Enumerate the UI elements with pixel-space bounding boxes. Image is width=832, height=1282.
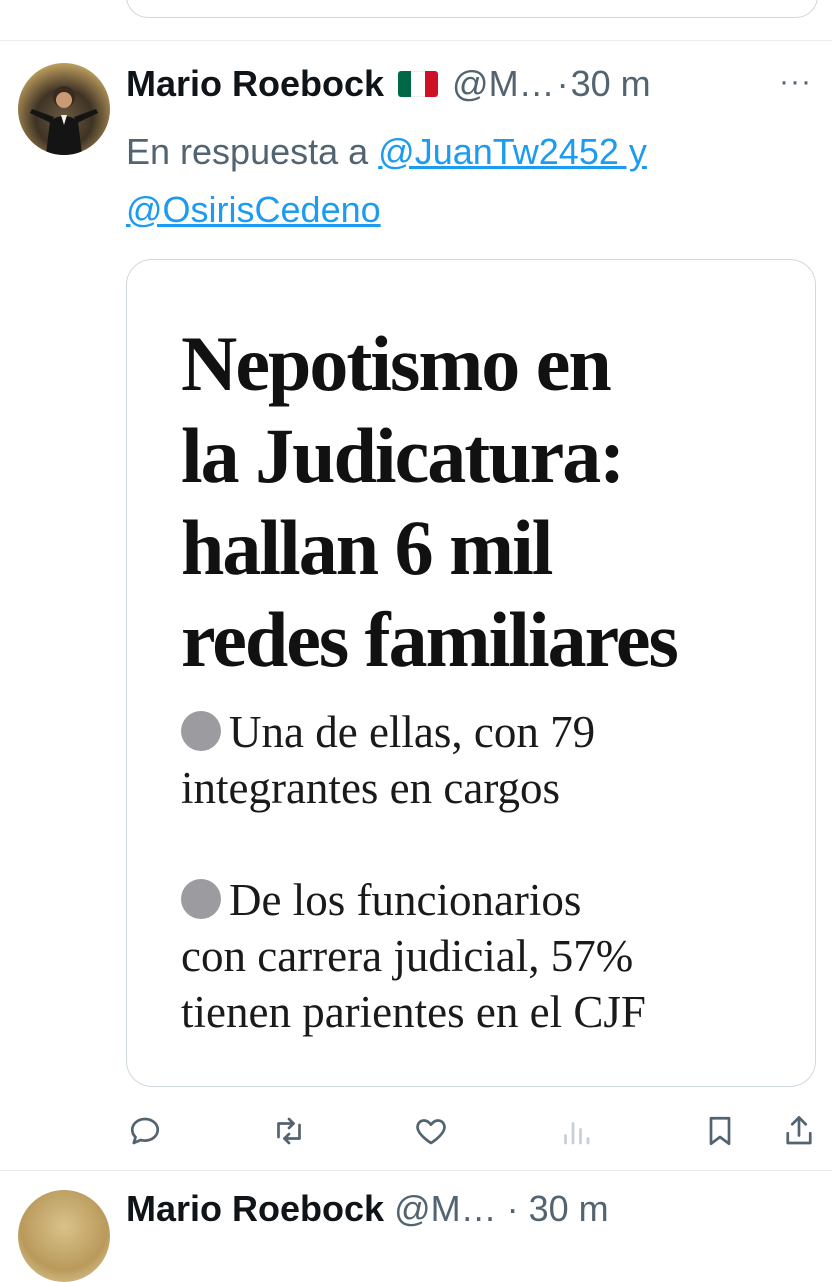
more-options-icon[interactable]: ···	[779, 67, 812, 97]
action-bar	[0, 1105, 832, 1157]
headline-line: hallan 6 mil	[181, 504, 553, 591]
image-bullet: Una de ellas, con 79 integrantes en carg…	[181, 704, 791, 816]
next-timestamp[interactable]: 30 m	[529, 1188, 609, 1229]
bullet-dot-icon	[181, 879, 221, 919]
reply-mention-link[interactable]: @OsirisCedeno	[126, 189, 381, 230]
reply-mention-link[interactable]: @JuanTw2452 y	[378, 131, 647, 172]
next-tweet-avatar[interactable]	[18, 1190, 110, 1282]
tweet-image[interactable]: Nepotismo en la Judicatura: hallan 6 mil…	[126, 259, 816, 1087]
bullet-line: con carrera judicial, 57%	[181, 931, 634, 981]
avatar[interactable]	[18, 63, 110, 155]
bullet-line: Una de ellas, con 79	[229, 707, 596, 757]
bullet-line: integrantes en cargos	[181, 763, 561, 813]
next-tweet-header: Mario Roebock @M… · 30 m	[126, 1186, 609, 1232]
reply-context: En respuesta a @JuanTw2452 y @OsirisCede…	[126, 123, 786, 239]
headline-line: la Judicatura:	[181, 412, 625, 499]
headline-line: Nepotismo en	[181, 320, 612, 407]
divider	[0, 1170, 832, 1171]
bullet-line: tienen parientes en el CJF	[181, 987, 646, 1037]
previous-tweet-card[interactable]	[126, 0, 818, 18]
author-handle[interactable]: @M…	[452, 61, 555, 107]
views-icon[interactable]	[558, 1113, 594, 1149]
image-bullet: De los funcionarios con carrera judicial…	[181, 872, 791, 1040]
reply-icon[interactable]	[127, 1113, 163, 1149]
mexico-flag-icon	[398, 71, 439, 97]
bullet-dot-icon	[181, 711, 221, 751]
tweet-header: Mario Roebock @M… · 30 m	[126, 61, 651, 107]
like-icon[interactable]	[413, 1113, 449, 1149]
bullet-line: De los funcionarios	[229, 875, 582, 925]
next-author-name[interactable]: Mario Roebock	[126, 1188, 384, 1229]
share-icon[interactable]	[781, 1113, 817, 1149]
retweet-icon[interactable]	[271, 1113, 307, 1149]
timestamp[interactable]: 30 m	[571, 61, 651, 107]
author-name[interactable]: Mario Roebock	[126, 61, 384, 107]
next-author-handle[interactable]: @M…	[394, 1188, 497, 1229]
headline-line: redes familiares	[181, 596, 679, 683]
next-separator-dot: ·	[506, 1188, 519, 1229]
image-headline: Nepotismo en la Judicatura: hallan 6 mil…	[181, 318, 801, 686]
reply-prefix: En respuesta a	[126, 131, 369, 172]
bookmark-icon[interactable]	[702, 1113, 738, 1149]
avatar-photo	[30, 86, 98, 155]
separator-dot: ·	[556, 63, 569, 104]
tweet[interactable]: Mario Roebock @M… · 30 m ··· En respuest…	[0, 41, 832, 1167]
